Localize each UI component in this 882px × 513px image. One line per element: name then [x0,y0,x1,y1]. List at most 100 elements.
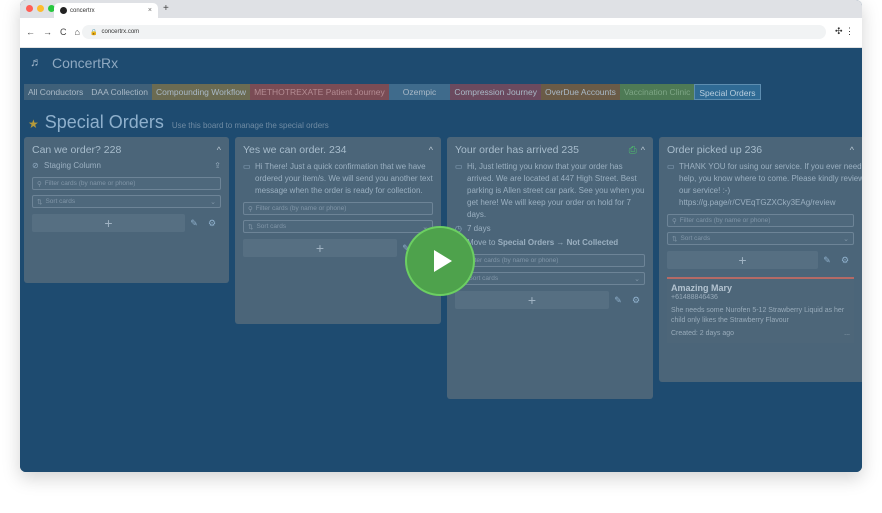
filter-input[interactable]: ⚲ Filter cards (by name or phone) [243,202,433,215]
sort-label: Sort cards [468,275,499,282]
board-tab[interactable]: Ozempic [388,84,451,100]
message-icon: ▭ [243,162,251,171]
board-tab[interactable]: All Conductors [24,84,88,100]
board-tab[interactable]: DAA Collection [87,84,152,100]
column-title: Yes we can order. 234 [243,144,347,156]
printer-icon[interactable]: ⎙ [629,145,637,156]
url-text: concertrx.com [101,29,140,35]
sort-label: Sort cards [256,223,287,230]
column-yes-we-can-order: Yes we can order. 234 ^ ▭ Hi There! Just… [235,137,441,324]
column-message: Hi, Just letting you know that your orde… [467,162,645,219]
sort-select[interactable]: ⇅ Sort cards ⌄ [243,220,433,233]
edit-icon[interactable]: ✎ [609,295,627,306]
filter-placeholder: Filter cards (by name or phone) [679,217,771,224]
home-icon[interactable]: ⌂ [75,27,80,37]
collapse-icon[interactable]: ^ [217,145,221,155]
browser-tab[interactable]: concertrx × [54,3,158,18]
page-title: Special Orders [44,112,164,132]
add-card-button[interactable]: + [243,239,397,257]
more-options-icon[interactable]: ... [844,329,850,339]
board-tab[interactable]: Compression Journey [450,84,541,100]
favicon-icon [60,7,67,14]
sort-icon: ⇅ [248,223,254,231]
reload-icon[interactable]: C [60,27,67,37]
collapse-icon[interactable]: ^ [850,145,854,155]
forward-icon[interactable]: → [43,27,52,37]
staging-label: Staging Column [44,161,101,170]
add-card-button[interactable]: + [455,291,609,309]
add-card-button[interactable]: + [667,251,818,269]
tab-close-icon[interactable]: × [148,7,152,14]
url-bar[interactable]: 🔒 concertrx.com [82,25,826,39]
card-created: Created: 2 days ago [671,330,735,337]
board-tab[interactable]: Vaccination Clinic [619,84,695,100]
filter-input[interactable]: ⚲ Filter cards (by name or phone) [455,254,645,267]
message-icon: ▭ [667,162,675,171]
card-note: She needs some Nurofen 5-12 Strawberry L… [671,307,845,324]
collapse-icon[interactable]: ^ [429,145,433,155]
page-subtitle: Use this board to manage the special ord… [171,121,329,130]
page-header: ★ Special Orders Use this board to manag… [28,112,329,133]
board-tab[interactable]: METHOTREXATE Patient Journey [250,84,389,100]
filter-input[interactable]: ⚲ Filter cards (by name or phone) [667,214,854,227]
address-bar-row: ← → C ⌂ 🔒 concertrx.com ✣ ⋮ [20,18,862,48]
column-title: Your order has arrived 235 [455,144,579,156]
order-card[interactable]: Amazing Mary +61488846436 She needs some… [667,277,854,343]
export-icon[interactable]: ⇪ [214,160,221,172]
filter-placeholder: Filter cards (by name or phone) [255,205,347,212]
sort-select[interactable]: ⇅ Sort cards ⌄ [32,195,221,208]
close-window-dot[interactable] [26,5,33,12]
settings-icon[interactable]: ⚙ [203,218,221,229]
staging-icon: ⊘ [32,161,39,170]
card-phone: +61488846436 [671,294,718,301]
filter-placeholder: Filter cards (by name or phone) [467,257,559,264]
sort-label: Sort cards [680,235,711,242]
extension-icon[interactable]: ✣ ⋮ [835,26,854,37]
star-icon[interactable]: ★ [28,117,39,131]
column-order-arrived: Your order has arrived 235 ⎙ ^ ▭ Hi, Jus… [447,137,653,399]
settings-icon[interactable]: ⚙ [627,295,645,306]
sort-select[interactable]: ⇅ Sort cards ⌄ [455,272,645,285]
hold-duration: 7 days [467,224,491,233]
back-icon[interactable]: ← [26,27,35,37]
search-icon: ⚲ [672,217,677,225]
settings-icon[interactable]: ⚙ [836,255,854,266]
minimize-window-dot[interactable] [37,5,44,12]
browser-tab-strip: concertrx × + [20,0,862,18]
filter-input[interactable]: ⚲ Filter cards (by name or phone) [32,177,221,190]
board-tabs: All Conductors DAA Collection Compoundin… [24,84,761,100]
logo-text: ConcertRx [52,55,119,71]
message-icon: ▭ [455,162,463,171]
column-title: Can we order? 228 [32,144,122,156]
chevron-down-icon: ⌄ [843,235,849,243]
video-play-button[interactable] [407,228,473,294]
column-message: Hi There! Just a quick confirmation that… [255,162,433,195]
logo-icon: ♬ [30,55,42,69]
filter-placeholder: Filter cards (by name or phone) [44,180,136,187]
chevron-down-icon: ⌄ [210,198,216,206]
browser-tab-title: concertrx [70,7,95,14]
edit-icon[interactable]: ✎ [185,218,203,229]
lock-icon: 🔒 [90,29,98,36]
search-icon: ⚲ [248,205,253,213]
sort-select[interactable]: ⇅ Sort cards ⌄ [667,232,854,245]
sort-label: Sort cards [45,198,76,205]
board-tab[interactable]: OverDue Accounts [541,84,620,100]
sort-icon: ⇅ [37,198,43,206]
move-prefix: Move to [467,238,498,247]
move-target[interactable]: Special Orders → Not Collected [498,238,618,247]
board-tab[interactable]: Compounding Workflow [151,84,251,100]
column-message: THANK YOU for using our service. If you … [679,162,862,207]
add-card-button[interactable]: + [32,214,185,232]
search-icon: ⚲ [37,180,42,188]
app-logo[interactable]: ♬ ConcertRx [30,55,118,71]
edit-icon[interactable]: ✎ [818,255,836,266]
board-tab-active[interactable]: Special Orders [694,84,761,100]
play-icon [434,250,452,272]
collapse-icon[interactable]: ^ [641,145,645,155]
card-name: Amazing Mary [671,283,733,293]
window-controls [26,5,55,12]
new-tab-button[interactable]: + [163,3,169,14]
column-order-picked-up: Order picked up 236 ^ ▭ THANK YOU for us… [659,137,862,382]
column-can-we-order: Can we order? 228 ^ ⊘ Staging Column ⇪ ⚲… [24,137,229,283]
